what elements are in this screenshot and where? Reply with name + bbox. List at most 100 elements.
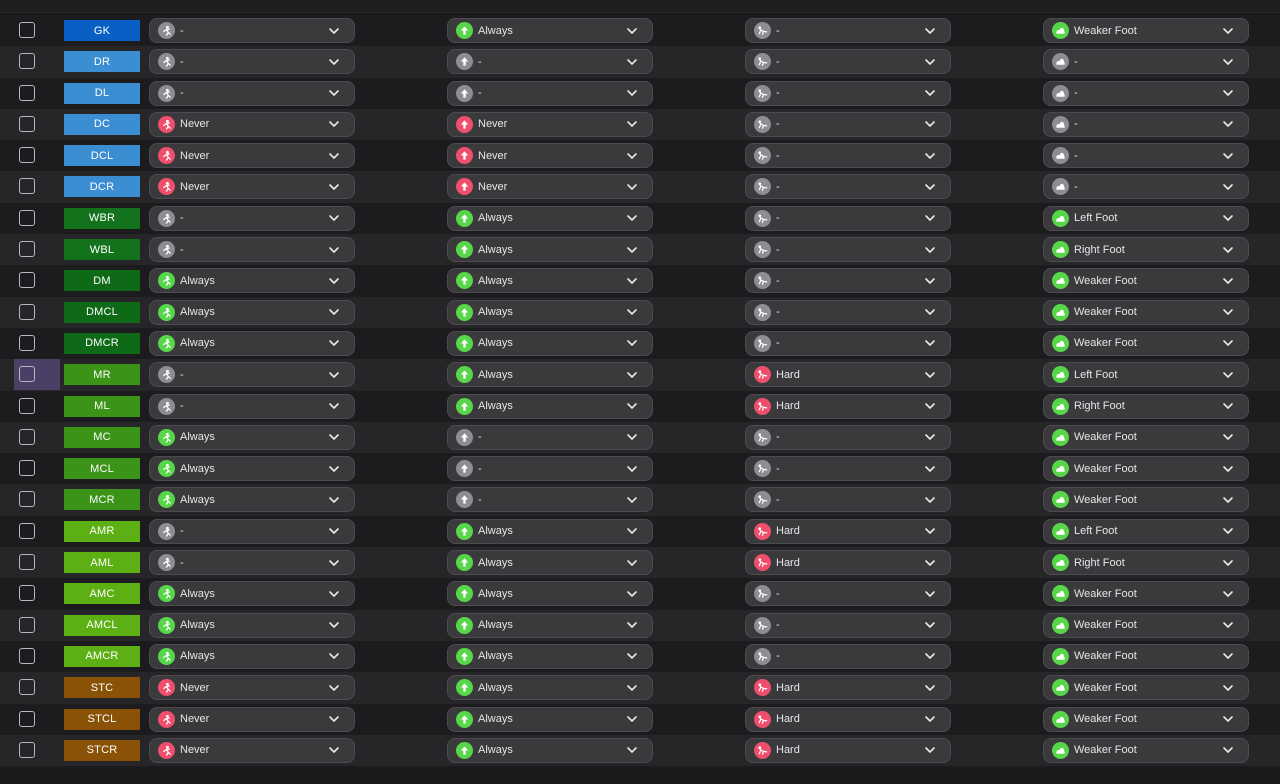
tackle-dropdown[interactable]: - — [745, 487, 951, 513]
row-checkbox[interactable] — [19, 647, 35, 664]
tackle-dropdown[interactable]: - — [745, 205, 951, 231]
foot-dropdown[interactable]: Weaker Foot — [1043, 299, 1249, 325]
forward-dropdown[interactable]: - — [447, 424, 653, 450]
foot-dropdown[interactable]: Weaker Foot — [1043, 487, 1249, 513]
tackle-dropdown[interactable]: - — [745, 80, 951, 106]
foot-dropdown[interactable]: - — [1043, 111, 1249, 137]
run-dropdown[interactable]: Always — [149, 581, 355, 607]
run-dropdown[interactable]: - — [149, 80, 355, 106]
run-dropdown[interactable]: Never — [149, 706, 355, 732]
run-dropdown[interactable]: - — [149, 18, 355, 43]
row-checkbox[interactable] — [19, 84, 35, 101]
row-checkbox[interactable] — [19, 522, 35, 539]
row-checkbox[interactable] — [19, 428, 35, 445]
run-dropdown[interactable]: Never — [149, 737, 355, 763]
forward-dropdown[interactable]: Always — [447, 18, 653, 43]
forward-dropdown[interactable]: - — [447, 487, 653, 513]
run-dropdown[interactable]: Always — [149, 299, 355, 325]
forward-dropdown[interactable]: Always — [447, 299, 653, 325]
forward-dropdown[interactable]: - — [447, 80, 653, 106]
tackle-dropdown[interactable]: - — [745, 174, 951, 200]
tackle-dropdown[interactable]: - — [745, 330, 951, 356]
foot-dropdown[interactable]: Weaker Foot — [1043, 268, 1249, 294]
tackle-dropdown[interactable]: - — [745, 49, 951, 75]
row-checkbox[interactable] — [19, 460, 35, 477]
foot-dropdown[interactable]: - — [1043, 143, 1249, 169]
forward-dropdown[interactable]: Always — [447, 581, 653, 607]
row-checkbox[interactable] — [19, 741, 35, 758]
row-checkbox[interactable] — [19, 585, 35, 602]
tackle-dropdown[interactable]: - — [745, 237, 951, 263]
forward-dropdown[interactable]: Always — [447, 737, 653, 763]
run-dropdown[interactable]: Always — [149, 487, 355, 513]
run-dropdown[interactable]: - — [149, 237, 355, 263]
tackle-dropdown[interactable]: Hard — [745, 362, 951, 388]
run-dropdown[interactable]: Never — [149, 675, 355, 701]
forward-dropdown[interactable]: Always — [447, 675, 653, 701]
foot-dropdown[interactable]: Weaker Foot — [1043, 456, 1249, 482]
tackle-dropdown[interactable]: Hard — [745, 518, 951, 544]
row-checkbox[interactable] — [19, 272, 35, 289]
forward-dropdown[interactable]: - — [447, 49, 653, 75]
tackle-dropdown[interactable]: Hard — [745, 675, 951, 701]
tackle-dropdown[interactable]: - — [745, 643, 951, 669]
run-dropdown[interactable]: Always — [149, 424, 355, 450]
forward-dropdown[interactable]: Always — [447, 706, 653, 732]
foot-dropdown[interactable]: - — [1043, 174, 1249, 200]
foot-dropdown[interactable]: Weaker Foot — [1043, 675, 1249, 701]
forward-dropdown[interactable]: Always — [447, 643, 653, 669]
foot-dropdown[interactable]: Weaker Foot — [1043, 18, 1249, 43]
run-dropdown[interactable]: Always — [149, 643, 355, 669]
forward-dropdown[interactable]: Always — [447, 268, 653, 294]
tackle-dropdown[interactable]: - — [745, 143, 951, 169]
tackle-dropdown[interactable]: Hard — [745, 393, 951, 419]
run-dropdown[interactable]: - — [149, 205, 355, 231]
run-dropdown[interactable]: - — [149, 49, 355, 75]
row-checkbox[interactable] — [19, 53, 35, 70]
foot-dropdown[interactable]: Left Foot — [1043, 362, 1249, 388]
run-dropdown[interactable]: - — [149, 518, 355, 544]
row-checkbox[interactable] — [19, 554, 35, 571]
foot-dropdown[interactable]: Weaker Foot — [1043, 581, 1249, 607]
run-dropdown[interactable]: Always — [149, 612, 355, 638]
tackle-dropdown[interactable]: Hard — [745, 737, 951, 763]
run-dropdown[interactable]: - — [149, 550, 355, 576]
run-dropdown[interactable]: Never — [149, 111, 355, 137]
run-dropdown[interactable]: Never — [149, 143, 355, 169]
forward-dropdown[interactable]: Always — [447, 393, 653, 419]
row-checkbox[interactable] — [19, 22, 35, 38]
tackle-dropdown[interactable]: Hard — [745, 706, 951, 732]
forward-dropdown[interactable]: Always — [447, 362, 653, 388]
tackle-dropdown[interactable]: - — [745, 612, 951, 638]
forward-dropdown[interactable]: Always — [447, 330, 653, 356]
row-checkbox[interactable] — [19, 679, 35, 696]
tackle-dropdown[interactable]: Hard — [745, 550, 951, 576]
forward-dropdown[interactable]: Always — [447, 237, 653, 263]
row-checkbox[interactable] — [19, 115, 35, 132]
forward-dropdown[interactable]: Never — [447, 143, 653, 169]
forward-dropdown[interactable]: Always — [447, 205, 653, 231]
tackle-dropdown[interactable]: - — [745, 18, 951, 43]
row-checkbox[interactable] — [19, 147, 35, 164]
foot-dropdown[interactable]: Weaker Foot — [1043, 706, 1249, 732]
foot-dropdown[interactable]: Left Foot — [1043, 205, 1249, 231]
row-checkbox[interactable] — [19, 178, 35, 195]
run-dropdown[interactable]: - — [149, 393, 355, 419]
forward-dropdown[interactable]: Always — [447, 550, 653, 576]
foot-dropdown[interactable]: Weaker Foot — [1043, 643, 1249, 669]
forward-dropdown[interactable]: Never — [447, 111, 653, 137]
tackle-dropdown[interactable]: - — [745, 268, 951, 294]
run-dropdown[interactable]: - — [149, 362, 355, 388]
foot-dropdown[interactable]: Right Foot — [1043, 550, 1249, 576]
foot-dropdown[interactable]: Left Foot — [1043, 518, 1249, 544]
foot-dropdown[interactable]: Weaker Foot — [1043, 612, 1249, 638]
foot-dropdown[interactable]: Right Foot — [1043, 393, 1249, 419]
run-dropdown[interactable]: Always — [149, 268, 355, 294]
tackle-dropdown[interactable]: - — [745, 424, 951, 450]
forward-dropdown[interactable]: Always — [447, 612, 653, 638]
row-checkbox[interactable] — [19, 366, 35, 383]
row-checkbox[interactable] — [19, 303, 35, 320]
foot-dropdown[interactable]: Weaker Foot — [1043, 424, 1249, 450]
foot-dropdown[interactable]: Weaker Foot — [1043, 737, 1249, 763]
row-checkbox[interactable] — [19, 209, 35, 226]
